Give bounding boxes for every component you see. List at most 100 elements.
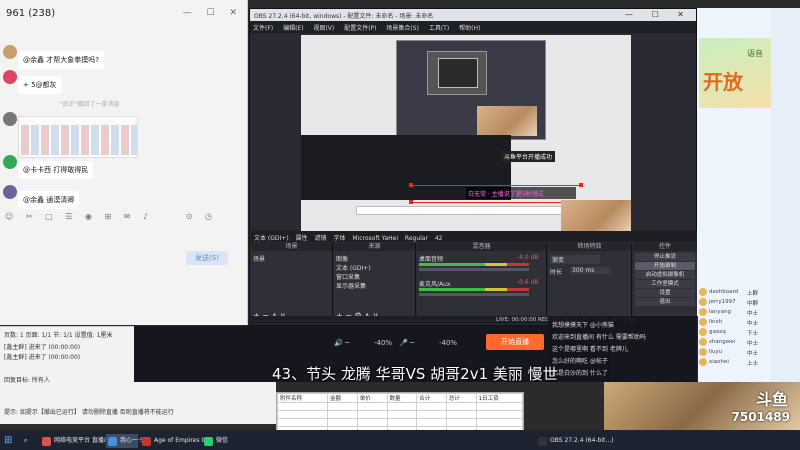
reply-target[interactable]: 回复目标: 所有人 [4, 375, 50, 384]
properties-button[interactable]: 属性 [296, 235, 308, 242]
taskbar-item[interactable]: 我心一·5 [106, 434, 144, 448]
member-role: 中群 [747, 301, 759, 307]
menu-item-scene-collection[interactable]: 场景集合(S) [386, 25, 419, 32]
sheet-header[interactable]: 单价 [356, 393, 388, 403]
preview-overlay-text: 斗鱼平台开播成功 [501, 151, 556, 162]
transition-select[interactable]: 渐变 [550, 255, 600, 264]
chat-bubble: + 5@都灰 [18, 76, 62, 94]
start-button[interactable]: ⊞ [0, 434, 20, 448]
app-icon [42, 437, 51, 446]
member-name[interactable]: lanyang [709, 309, 731, 315]
taskbar-item[interactable]: OBS 27.2.4 (64-bit...) [536, 434, 613, 448]
member-role: 中士 [747, 341, 759, 347]
chat-bubble: @余鑫 才帮大象拳摸吗? [18, 51, 104, 69]
source-toolbar: 文本 (GDI+) 属性 滤镜 字体 Microsoft YaHei Regul… [251, 231, 697, 242]
mic-icon[interactable]: 🎤 ─ [399, 339, 414, 347]
scene-item[interactable]: 场景 [253, 254, 265, 263]
start-recording-button[interactable]: 开始录制 [635, 262, 695, 270]
scenes-dock: 场景 场景 + − ∧ ∨ [251, 243, 333, 323]
voice-banner[interactable]: 开放 语音 [699, 38, 771, 108]
member-name[interactable]: liuyu [709, 349, 722, 355]
chat-feed-line: 我想摸摸天下 @小熊猫 [552, 322, 614, 329]
douyu-logo: 斗鱼 [755, 390, 788, 409]
window-controls[interactable]: — ☐ ✕ [183, 8, 243, 18]
app-icon [538, 437, 547, 446]
member-name[interactable]: dashboard [709, 289, 738, 295]
member-role: 中士 [747, 321, 759, 327]
chat-feed-line: 这个是哪里啊 看不到 老牌儿 [552, 346, 628, 353]
member-name[interactable]: zhangwei [709, 339, 735, 345]
transitions-dock: 转场特效 渐变 时长 300 ms [548, 243, 632, 323]
menu-item-help[interactable]: 帮助(H) [459, 25, 480, 32]
duration-input[interactable]: 300 ms [570, 267, 610, 274]
obs-preview[interactable]: 斗鱼平台开播成功 白无常 · 主播说了是5秒测试 [301, 35, 631, 233]
menu-item-file[interactable]: 文件(F) [253, 25, 273, 32]
chat-toolbar[interactable]: ☺ ✂ ▢ ☰ ◉ ⊞ ✉ ♪ [5, 212, 153, 221]
exit-button[interactable]: 退出 [635, 298, 695, 306]
history-icon[interactable]: ⊙ ◷ [186, 212, 217, 221]
volume-slider[interactable] [419, 268, 529, 271]
volume-slider[interactable] [419, 293, 529, 296]
preview-ticker: 白无常 · 主播说了是5秒测试 [466, 187, 576, 199]
member-role: 下士 [747, 331, 759, 337]
taskbar-item[interactable]: Age of Empires II... [140, 434, 211, 448]
sources-dock: 来源 图像 文本 (GDI+) 窗口采集 显示器采集 + − ⚙ ∧ ∨ [334, 243, 416, 323]
source-item[interactable]: 文本 (GDI+) [336, 263, 371, 272]
send-button[interactable]: 发送(S) [186, 251, 228, 265]
taskbar-item[interactable]: 网络电竞平台 直播出处 [40, 434, 116, 448]
app-icon [204, 437, 213, 446]
avatar [3, 112, 17, 126]
sheet-header[interactable]: 总计 [445, 393, 477, 403]
sheet-header[interactable]: 金额 [327, 393, 358, 403]
chat-bubble: @余鑫 通漠清卿 [18, 191, 80, 209]
banner-text: 开放 [703, 70, 743, 94]
hint-row: 提示: 如提示【撤出已运行】 请勿删除直播 否则直播将不能运行 [4, 409, 174, 416]
settings-button[interactable]: 设置 [635, 289, 695, 297]
volume-a[interactable]: -40% [374, 339, 392, 347]
sheet-header[interactable]: 1日工资 [475, 393, 524, 403]
mixer-track-name: 麦克风/Aux [419, 281, 451, 288]
volume-b[interactable]: -40% [439, 339, 457, 347]
app-icon [142, 437, 151, 446]
sheet-header[interactable]: 附件名称 [276, 393, 329, 403]
member-name[interactable]: gaoxq [709, 329, 726, 335]
controls-dock-title: 控件 [633, 243, 697, 251]
member-role: 中士 [747, 311, 759, 317]
font-style[interactable]: Regular [405, 235, 428, 242]
taskbar-item[interactable]: 微信 [202, 434, 234, 448]
cat-camera [561, 200, 631, 233]
filters-button[interactable]: 滤镜 [315, 235, 327, 242]
source-item[interactable]: 显示器采集 [336, 281, 366, 290]
sheet-header[interactable]: 合计 [416, 393, 447, 403]
chat-feed-line: 都是白沙的到 什么了 [552, 370, 608, 377]
speaker-icon[interactable]: 🔊 ─ [334, 339, 349, 347]
member-name[interactable]: linxh [709, 319, 722, 325]
font-name[interactable]: Microsoft YaHei [352, 235, 398, 242]
mixer-track-db: -0.6 dB [517, 279, 539, 286]
source-item[interactable]: 图像 [336, 254, 348, 263]
mixer-track-db: -4.0 dB [517, 254, 539, 261]
window-controls[interactable]: — ☐ ✕ [625, 10, 692, 19]
start-live-button[interactable]: 开始直播 [486, 334, 544, 350]
mixer-track-name: 桌面音频 [419, 256, 444, 263]
obs-window: OBS 27.2.4 (64-bit, windows) - 配置文件: 未命名… [249, 8, 697, 326]
virtual-camera-button[interactable]: 启动虚拟摄像机 [635, 271, 695, 279]
font-size[interactable]: 42 [435, 235, 443, 242]
menu-item-tools[interactable]: 工具(T) [429, 25, 449, 32]
avatar [3, 185, 17, 199]
search-icon[interactable]: ⌕ [22, 434, 36, 448]
studio-mode-button[interactable]: 工作室模式 [635, 280, 695, 288]
chat-title: 961 (238) [6, 8, 56, 19]
sheet-header[interactable]: 数量 [386, 393, 418, 403]
member-name[interactable]: xiaohei [709, 359, 729, 365]
source-item[interactable]: 窗口采集 [336, 272, 360, 281]
menu-item-edit[interactable]: 编辑(E) [283, 25, 303, 32]
obs-titlebar: OBS 27.2.4 (64-bit, windows) - 配置文件: 未命名… [250, 9, 696, 21]
menu-item-profile[interactable]: 配置文件(P) [344, 25, 376, 32]
volume-meter [419, 288, 529, 291]
stop-streaming-button[interactable]: 停止推流 [635, 253, 695, 261]
viewer-count: 7501489 [731, 410, 790, 424]
chat-image[interactable] [18, 116, 138, 158]
member-name[interactable]: jerry1997 [709, 299, 736, 305]
menu-item-view[interactable]: 视图(V) [313, 25, 334, 32]
